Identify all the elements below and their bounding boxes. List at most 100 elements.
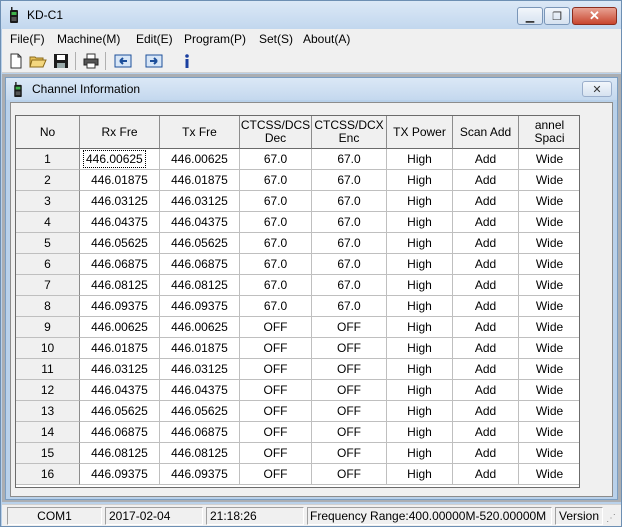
grid-cell-tx-power[interactable]: High [387,380,453,401]
row-number-cell[interactable]: 13 [16,401,80,422]
table-row[interactable]: 9 446.00625 446.00625 OFF OFF High Add Wide [16,317,579,338]
grid-cell-rx-freq[interactable]: 446.00625 [80,149,160,170]
open-folder-icon[interactable] [29,52,47,70]
grid-cell-ctcss-enc[interactable]: 67.0 [312,170,387,191]
grid-cell-ctcss-enc[interactable]: OFF [312,464,387,485]
grid-cell-tx-freq[interactable]: 446.03125 [160,359,240,380]
grid-cell-rx-freq[interactable]: 446.01875 [80,338,160,359]
grid-cell-rx-freq[interactable]: 446.03125 [80,191,160,212]
grid-cell-channel-spacing[interactable]: Wide [519,422,579,443]
grid-cell-scan-add[interactable]: Add [453,212,519,233]
grid-cell-scan-add[interactable]: Add [453,443,519,464]
header-col-rx-freq[interactable]: Rx Fre [80,116,160,149]
grid-cell-channel-spacing[interactable]: Wide [519,443,579,464]
selected-cell-value[interactable]: 446.00625 [83,150,146,168]
grid-cell-tx-freq[interactable]: 446.01875 [160,338,240,359]
grid-cell-tx-freq[interactable]: 446.00625 [160,317,240,338]
grid-cell-channel-spacing[interactable]: Wide [519,317,579,338]
grid-cell-scan-add[interactable]: Add [453,170,519,191]
grid-cell-channel-spacing[interactable]: Wide [519,275,579,296]
grid-cell-tx-power[interactable]: High [387,254,453,275]
grid-cell-channel-spacing[interactable]: Wide [519,464,579,485]
grid-cell-ctcss-enc[interactable]: OFF [312,359,387,380]
grid-cell-rx-freq[interactable]: 446.01875 [80,170,160,191]
row-number-cell[interactable]: 7 [16,275,80,296]
minimize-button[interactable]: ▁ [517,7,543,25]
child-title-bar[interactable]: Channel Information ✕ [6,78,617,100]
grid-cell-channel-spacing[interactable]: Wide [519,149,579,170]
row-number-cell[interactable]: 4 [16,212,80,233]
grid-cell-scan-add[interactable]: Add [453,296,519,317]
grid-cell-rx-freq[interactable]: 446.05625 [80,401,160,422]
table-row[interactable]: 3 446.03125 446.03125 67.0 67.0 High Add Wide [16,191,579,212]
grid-cell-scan-add[interactable]: Add [453,233,519,254]
table-row[interactable]: 6 446.06875 446.06875 67.0 67.0 High Add Wide [16,254,579,275]
grid-cell-ctcss-enc[interactable]: 67.0 [312,212,387,233]
menu-file[interactable]: File(F) [10,32,45,46]
row-number-cell[interactable]: 12 [16,380,80,401]
table-row[interactable]: 8 446.09375 446.09375 67.0 67.0 High Add Wide [16,296,579,317]
grid-cell-tx-power[interactable]: High [387,359,453,380]
grid-cell-tx-freq[interactable]: 446.04375 [160,380,240,401]
menu-about[interactable]: About(A) [303,32,350,46]
grid-cell-scan-add[interactable]: Add [453,149,519,170]
grid-cell-channel-spacing[interactable]: Wide [519,170,579,191]
grid-cell-rx-freq[interactable]: 446.04375 [80,380,160,401]
resize-grip-icon[interactable]: ⋰ [606,513,618,525]
row-number-cell[interactable]: 5 [16,233,80,254]
table-row[interactable]: 4 446.04375 446.04375 67.0 67.0 High Add Wide [16,212,579,233]
grid-cell-channel-spacing[interactable]: Wide [519,338,579,359]
grid-cell-scan-add[interactable]: Add [453,254,519,275]
grid-cell-tx-power[interactable]: High [387,212,453,233]
grid-cell-tx-freq[interactable]: 446.09375 [160,296,240,317]
grid-cell-ctcss-enc[interactable]: OFF [312,317,387,338]
print-icon[interactable] [82,52,100,70]
grid-cell-tx-power[interactable]: High [387,233,453,254]
menu-program[interactable]: Program(P) [184,32,246,46]
grid-cell-rx-freq[interactable]: 446.09375 [80,296,160,317]
grid-cell-ctcss-dec[interactable]: 67.0 [240,254,312,275]
row-number-cell[interactable]: 15 [16,443,80,464]
child-close-button[interactable]: ✕ [582,81,612,97]
row-number-cell[interactable]: 14 [16,422,80,443]
grid-cell-rx-freq[interactable]: 446.09375 [80,464,160,485]
grid-cell-tx-freq[interactable]: 446.06875 [160,254,240,275]
grid-cell-channel-spacing[interactable]: Wide [519,380,579,401]
grid-cell-scan-add[interactable]: Add [453,275,519,296]
menu-edit[interactable]: Edit(E) [136,32,173,46]
grid-cell-tx-freq[interactable]: 446.09375 [160,464,240,485]
grid-cell-scan-add[interactable]: Add [453,422,519,443]
close-button[interactable]: ✕ [572,7,617,25]
grid-cell-rx-freq[interactable]: 446.03125 [80,359,160,380]
title-bar[interactable]: KD-C1 ▁ ❐ ✕ [1,1,621,29]
table-row[interactable]: 12 446.04375 446.04375 OFF OFF High Add Wide [16,380,579,401]
header-col-channel-spacing[interactable]: annel Spaci [519,116,579,149]
maximize-button[interactable]: ❐ [544,7,570,25]
grid-cell-channel-spacing[interactable]: Wide [519,233,579,254]
grid-cell-rx-freq[interactable]: 446.05625 [80,233,160,254]
grid-cell-ctcss-dec[interactable]: OFF [240,338,312,359]
grid-cell-rx-freq[interactable]: 446.06875 [80,422,160,443]
table-row[interactable]: 10 446.01875 446.01875 OFF OFF High Add Wide [16,338,579,359]
table-row[interactable]: 15 446.08125 446.08125 OFF OFF High Add Wide [16,443,579,464]
menu-set[interactable]: Set(S) [259,32,293,46]
grid-cell-tx-freq[interactable]: 446.00625 [160,149,240,170]
header-col-no[interactable]: No [16,116,80,149]
row-number-cell[interactable]: 1 [16,149,80,170]
table-row[interactable]: 2 446.01875 446.01875 67.0 67.0 High Add Wide [16,170,579,191]
row-number-cell[interactable]: 11 [16,359,80,380]
grid-cell-ctcss-dec[interactable]: 67.0 [240,296,312,317]
grid-cell-scan-add[interactable]: Add [453,191,519,212]
grid-cell-channel-spacing[interactable]: Wide [519,401,579,422]
grid-cell-ctcss-dec[interactable]: OFF [240,401,312,422]
row-number-cell[interactable]: 6 [16,254,80,275]
grid-cell-tx-power[interactable]: High [387,275,453,296]
grid-cell-ctcss-enc[interactable]: 67.0 [312,233,387,254]
grid-cell-tx-freq[interactable]: 446.04375 [160,212,240,233]
header-col-tx-freq[interactable]: Tx Fre [160,116,240,149]
table-row[interactable]: 14 446.06875 446.06875 OFF OFF High Add Wide [16,422,579,443]
grid-cell-scan-add[interactable]: Add [453,317,519,338]
write-to-radio-icon[interactable] [145,52,163,70]
grid-cell-rx-freq[interactable]: 446.08125 [80,275,160,296]
read-from-radio-icon[interactable] [114,52,132,70]
